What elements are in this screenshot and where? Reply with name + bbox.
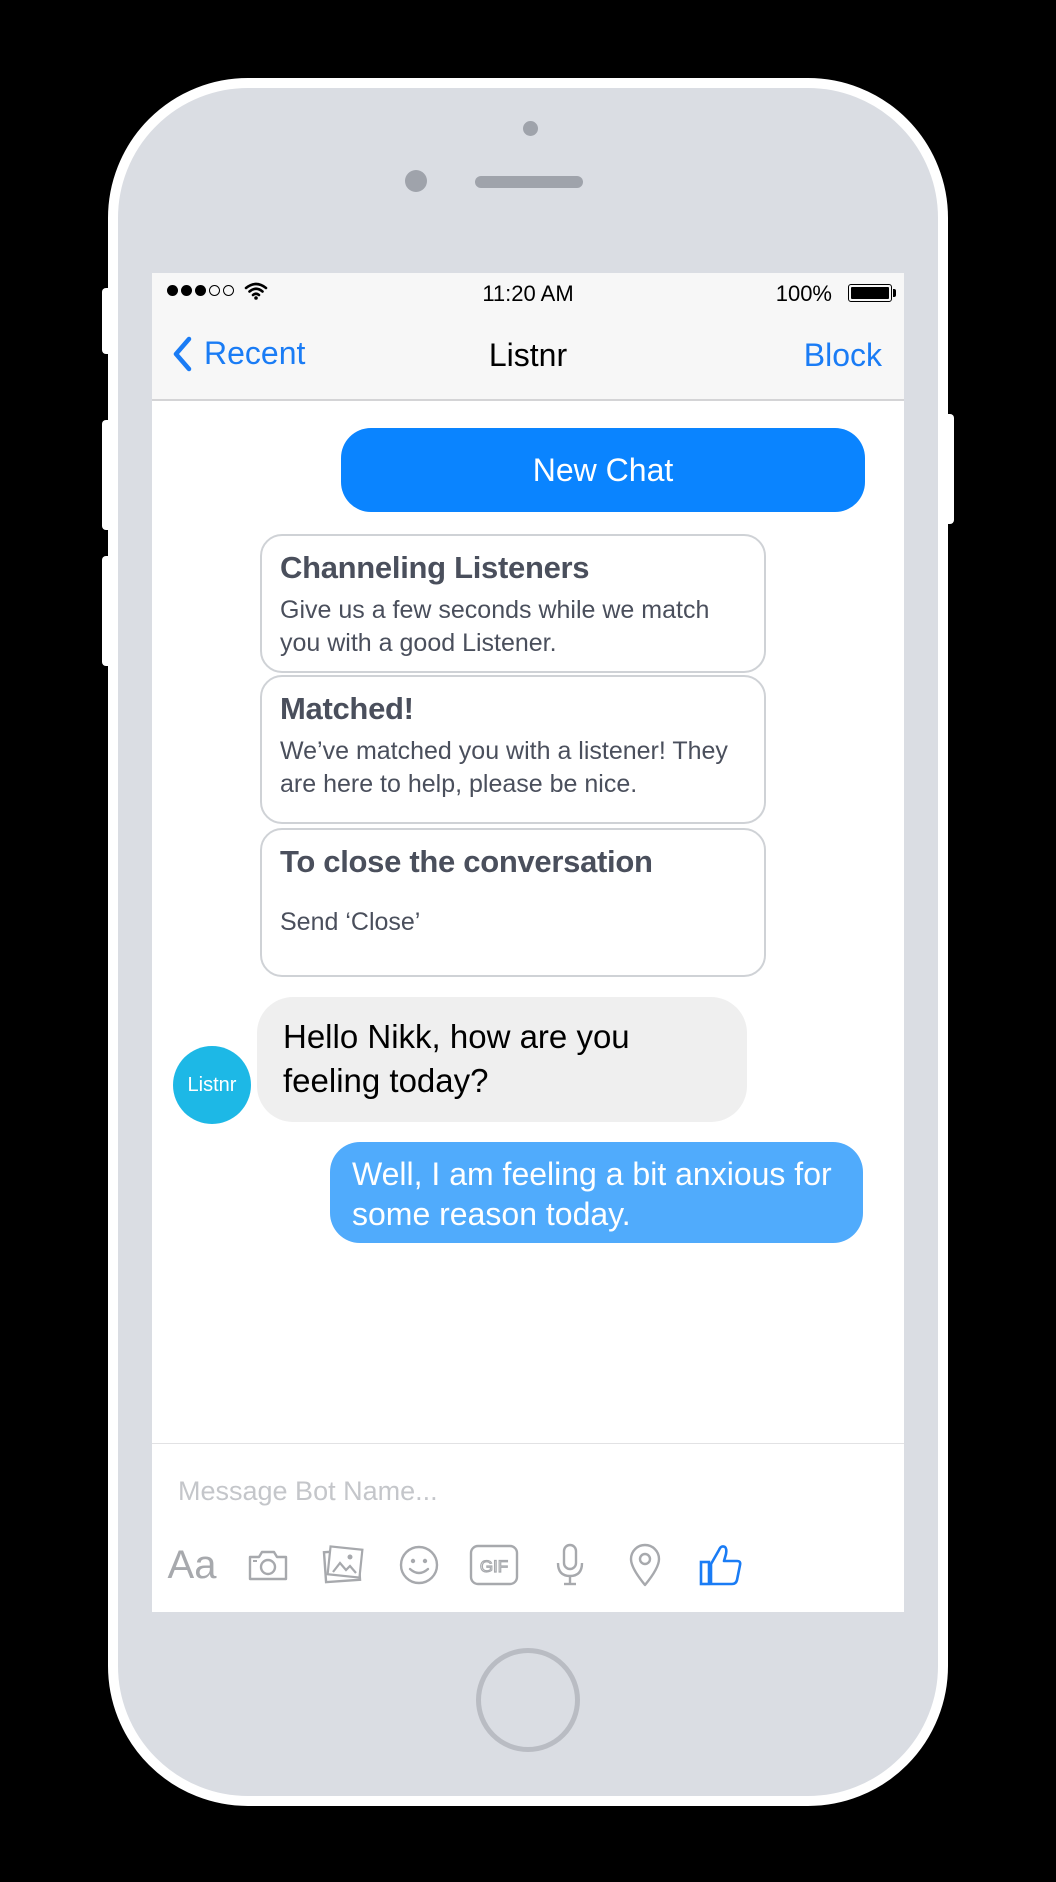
info-card-close: To close the conversation Send ‘Close’ bbox=[260, 828, 766, 977]
composer-divider bbox=[152, 1443, 904, 1444]
proximity-sensor bbox=[523, 121, 538, 136]
page-title: Listnr bbox=[488, 337, 568, 373]
info-card-channeling: Channeling Listeners Give us a few secon… bbox=[260, 534, 766, 673]
card-body: Give us a few seconds while we match you… bbox=[280, 596, 710, 657]
volume-up-button bbox=[102, 420, 112, 530]
card-title: Channeling Listeners bbox=[280, 550, 590, 585]
outgoing-message-bubble: Well, I am feeling a bit anxious for som… bbox=[330, 1142, 863, 1243]
svg-text:GIF: GIF bbox=[480, 1557, 508, 1576]
avatar[interactable]: Listnr bbox=[173, 1046, 251, 1124]
battery-percentage: 100% bbox=[775, 281, 832, 306]
microphone-button[interactable] bbox=[540, 1535, 600, 1595]
text-format-button[interactable]: Aa bbox=[162, 1535, 222, 1595]
gif-icon: GIF bbox=[469, 1544, 519, 1586]
card-body: Send ‘Close’ bbox=[280, 908, 421, 936]
phone-screen: 11:20 AM 100% Recent Listnr Block New Ch… bbox=[152, 273, 904, 1612]
battery-tip bbox=[893, 289, 896, 297]
battery-icon bbox=[848, 284, 892, 302]
message-input[interactable] bbox=[178, 1469, 878, 1513]
thumbs-up-icon bbox=[699, 1545, 742, 1586]
location-icon bbox=[629, 1543, 661, 1587]
photos-button[interactable] bbox=[313, 1535, 373, 1595]
emoji-button[interactable] bbox=[389, 1535, 449, 1595]
photos-icon bbox=[322, 1545, 364, 1584]
incoming-message-bubble: Hello Nikk, how are you feeling today? bbox=[257, 997, 747, 1122]
home-button[interactable] bbox=[476, 1648, 580, 1752]
like-button[interactable] bbox=[691, 1535, 751, 1595]
location-button[interactable] bbox=[615, 1535, 675, 1595]
volume-down-button bbox=[102, 556, 112, 666]
status-bar: 11:20 AM 100% bbox=[152, 273, 904, 313]
microphone-icon bbox=[556, 1543, 584, 1586]
emoji-icon bbox=[399, 1545, 439, 1585]
earpiece-speaker bbox=[475, 176, 583, 188]
mute-switch bbox=[102, 288, 112, 354]
navigation-bar: Recent Listnr Block bbox=[152, 313, 904, 401]
camera-button[interactable] bbox=[238, 1535, 298, 1595]
card-body: We’ve matched you with a listener! They … bbox=[280, 737, 728, 798]
info-card-matched: Matched! We’ve matched you with a listen… bbox=[260, 675, 766, 824]
camera-icon bbox=[248, 1550, 288, 1581]
block-button[interactable]: Block bbox=[804, 337, 882, 374]
power-button bbox=[944, 414, 954, 524]
gif-button[interactable]: GIF bbox=[464, 1535, 524, 1595]
card-title: To close the conversation bbox=[280, 844, 653, 879]
front-camera bbox=[405, 170, 427, 192]
new-chat-button[interactable]: New Chat bbox=[341, 428, 865, 512]
composer-toolbar: Aa GIF bbox=[152, 1535, 904, 1595]
card-title: Matched! bbox=[280, 691, 414, 726]
